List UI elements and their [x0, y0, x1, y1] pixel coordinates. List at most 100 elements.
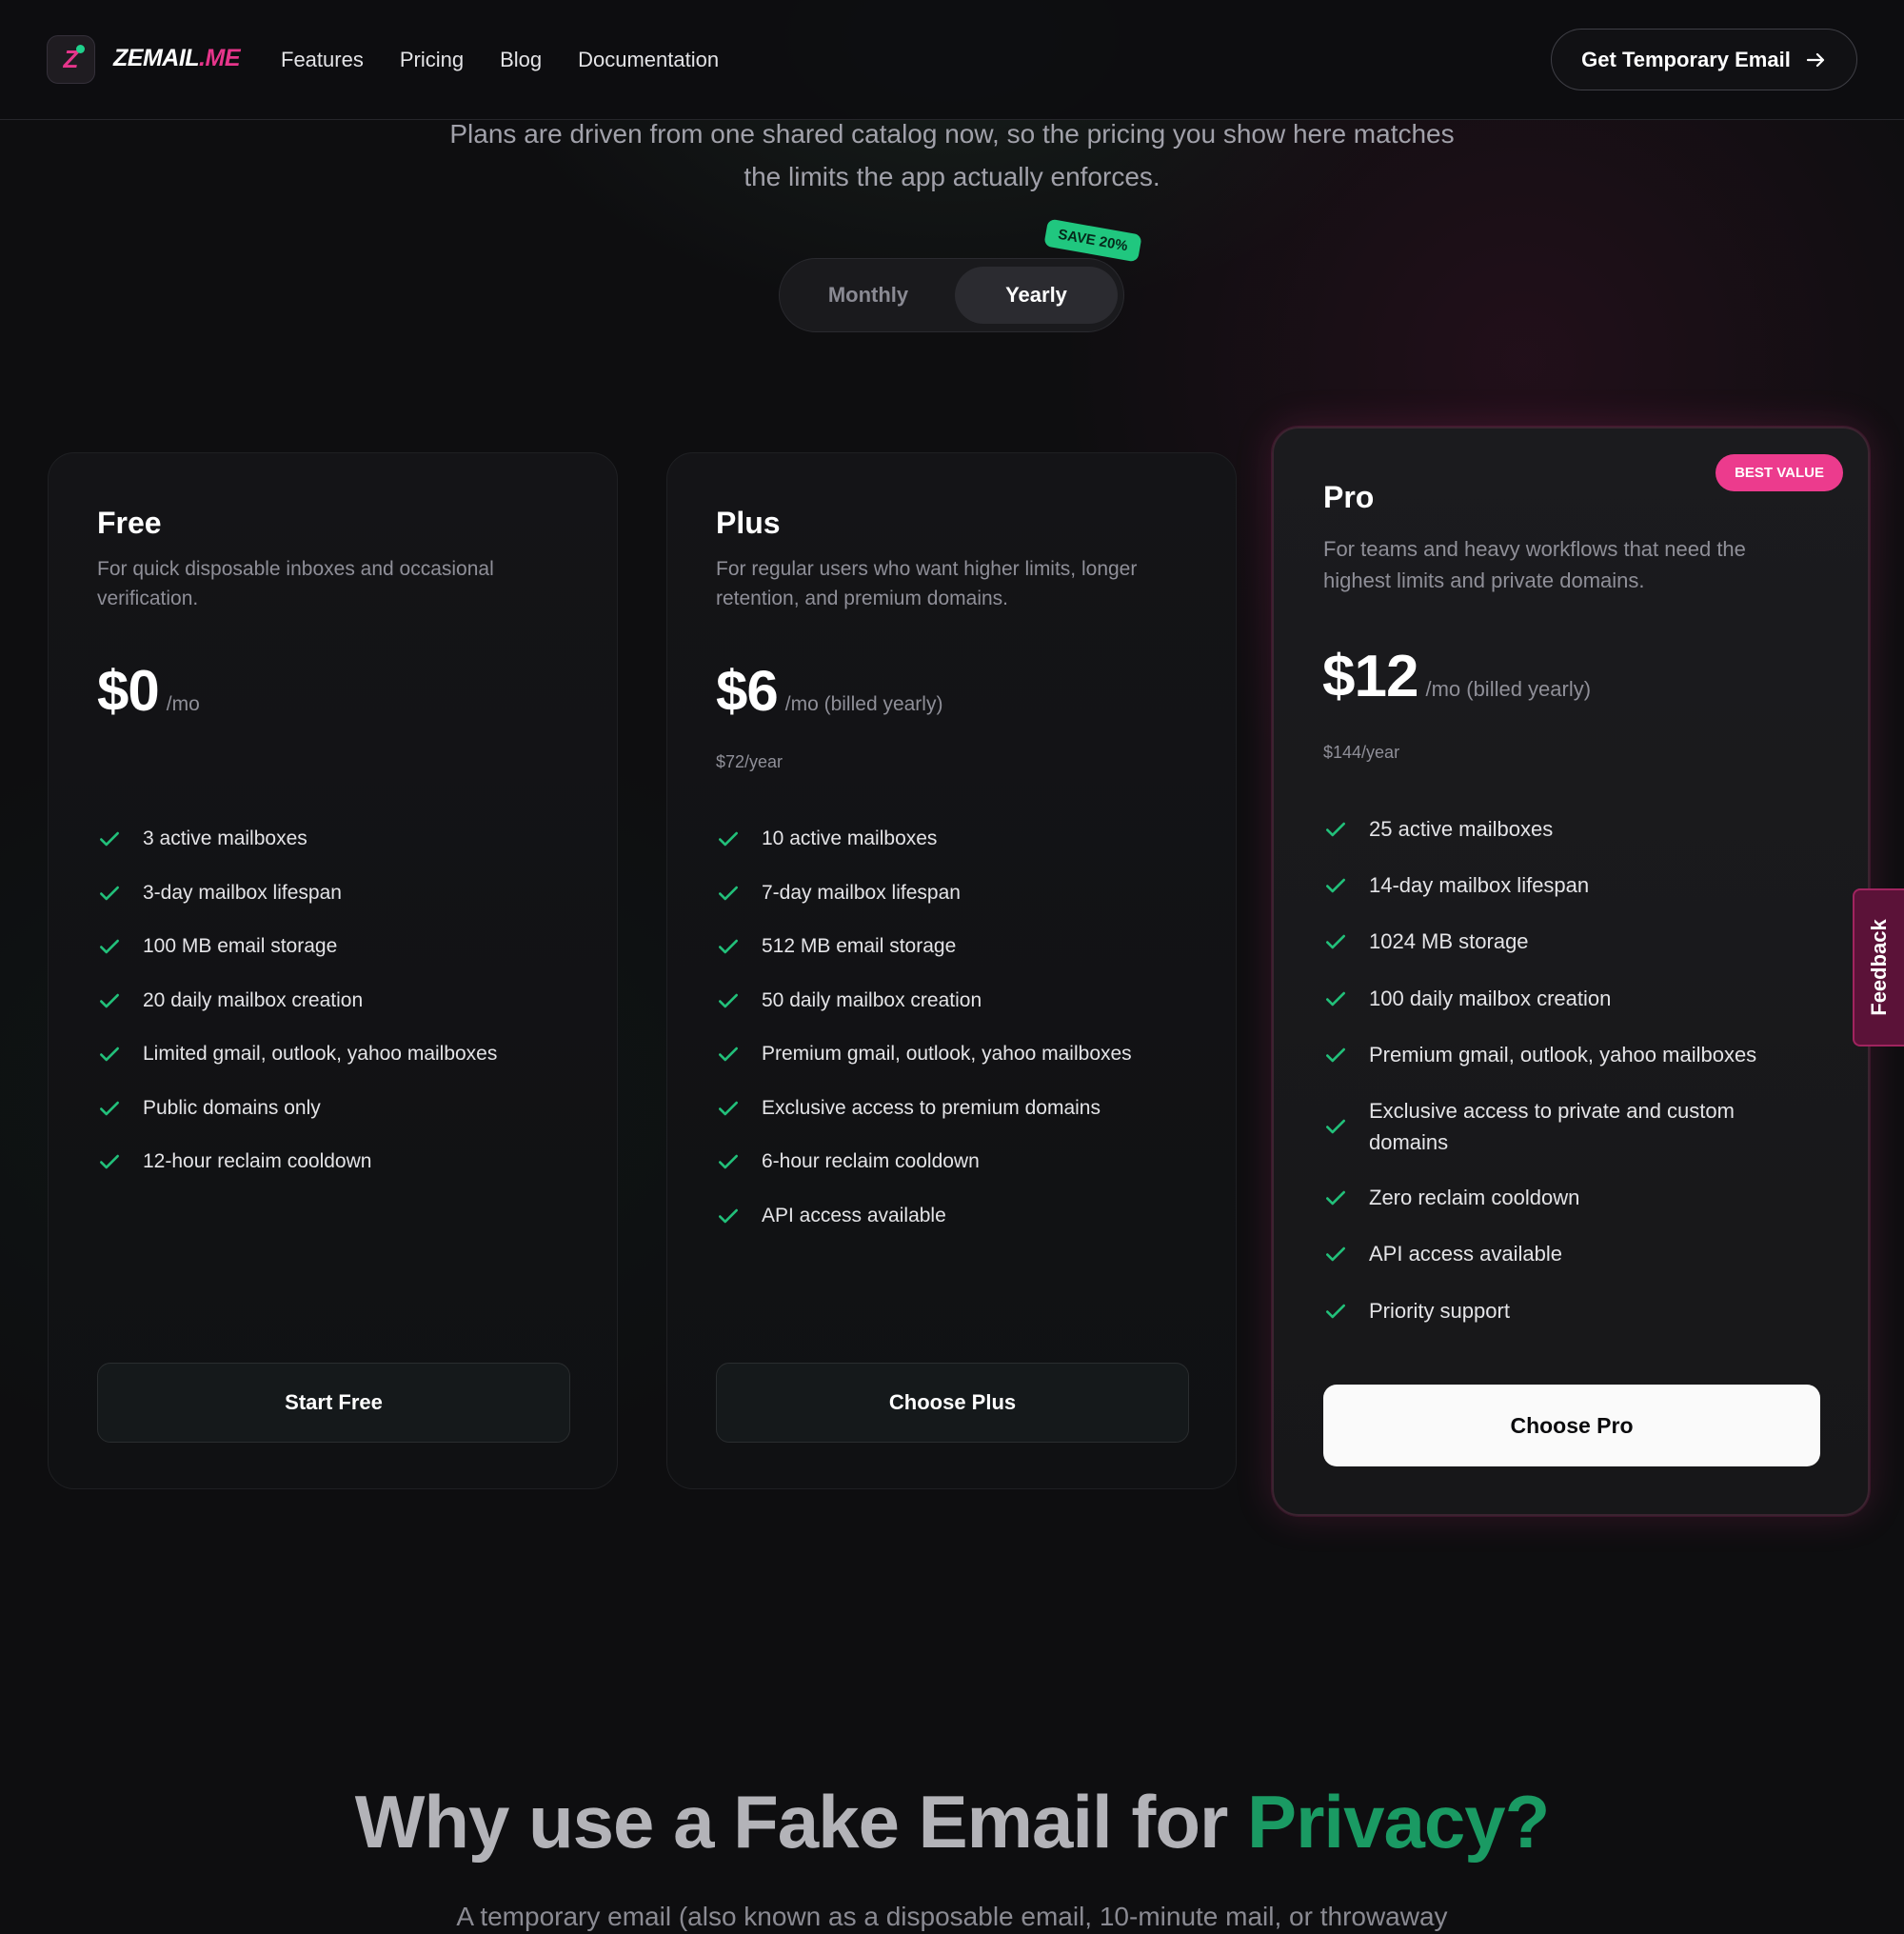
plan-description: For teams and heavy workflows that need … [1323, 537, 1746, 592]
plan-name: Free [97, 506, 162, 540]
check-icon [1326, 1190, 1345, 1206]
plan-card-free: Free For quick disposable inboxes and oc… [48, 452, 618, 1489]
arrow-right-icon [1806, 52, 1824, 67]
brand-name-part2: .ME [199, 45, 240, 71]
feature-list: 10 active mailboxes 7-day mailbox lifespa… [716, 812, 1192, 1243]
feature-item: Priority support [1323, 1283, 1818, 1339]
brand-name[interactable]: ZEMAIL.ME [113, 45, 240, 72]
feature-text: Zero reclaim cooldown [1369, 1186, 1580, 1210]
feature-item: Premium gmail, outlook, yahoo mailboxes [1323, 1027, 1818, 1083]
price-period: /mo (billed yearly) [784, 693, 943, 715]
check-icon [1326, 822, 1345, 836]
plan-name: Pro [1323, 480, 1375, 514]
billing-yearly-option[interactable]: Yearly [955, 267, 1118, 324]
price-period: /mo (billed yearly) [1425, 677, 1592, 701]
choose-plus-button[interactable]: Choose Plus [716, 1363, 1189, 1443]
billing-toggle: Monthly Yearly [779, 258, 1124, 332]
plan-price: $12 /mo (billed yearly) [1322, 643, 1591, 710]
cta-label: Get Temporary Email [1581, 47, 1791, 71]
feature-text: 6-hour reclaim cooldown [762, 1150, 980, 1173]
check-icon [719, 939, 738, 954]
price-amount: $6 [716, 659, 779, 723]
check-icon [100, 1101, 119, 1116]
nav-link-blog[interactable]: Blog [500, 48, 542, 72]
feature-item: Exclusive access to premium domains [716, 1082, 1192, 1136]
nav-link-documentation[interactable]: Documentation [578, 48, 719, 72]
feature-item: 7-day mailbox lifespan [716, 867, 1192, 921]
feature-item: 100 MB email storage [97, 920, 573, 974]
feature-text: 1024 MB storage [1369, 929, 1529, 954]
price-amount: $0 [97, 659, 160, 723]
yearly-total: $72/year [716, 752, 783, 771]
plan-price: $6 /mo (billed yearly) [716, 658, 942, 724]
top-nav: Z ZEMAIL.ME Features Pricing Blog Docume… [0, 0, 1904, 120]
logo-icon[interactable]: Z [47, 35, 95, 84]
feature-text: 3-day mailbox lifespan [143, 881, 342, 904]
check-icon [1326, 1247, 1345, 1262]
check-icon [1326, 1119, 1345, 1134]
feature-text: 100 daily mailbox creation [1369, 986, 1612, 1010]
feature-text: API access available [762, 1204, 946, 1226]
feature-item: 14-day mailbox lifespan [1323, 857, 1818, 913]
check-icon [1326, 1047, 1345, 1063]
feature-text: Public domains only [143, 1096, 321, 1119]
feature-item: 1024 MB storage [1323, 914, 1818, 970]
nav-link-pricing[interactable]: Pricing [400, 48, 464, 72]
check-icon [100, 1047, 119, 1062]
feature-text: 10 active mailboxes [762, 827, 938, 850]
check-icon [1326, 934, 1345, 949]
feature-item: API access available [1323, 1226, 1818, 1283]
feature-item: 20 daily mailbox creation [97, 974, 573, 1028]
feature-item: Premium gmail, outlook, yahoo mailboxes [716, 1027, 1192, 1082]
plan-card-pro: BEST VALUE Pro For teams and heavy workf… [1272, 427, 1870, 1516]
nav-links: Features Pricing Blog Documentation [281, 48, 719, 72]
feature-item: 3 active mailboxes [97, 812, 573, 867]
start-free-button[interactable]: Start Free [97, 1363, 570, 1443]
feature-item: Public domains only [97, 1082, 573, 1136]
plan-description: For regular users who want higher limits… [716, 558, 1138, 609]
yearly-total: $144/year [1323, 743, 1400, 762]
why-heading-highlight: Privacy? [1247, 1780, 1550, 1864]
feature-text: Limited gmail, outlook, yahoo mailboxes [143, 1043, 498, 1066]
feature-text: 100 MB email storage [143, 935, 338, 958]
feature-text: 7-day mailbox lifespan [762, 881, 961, 904]
feature-item: 512 MB email storage [716, 920, 1192, 974]
feature-item: API access available [716, 1189, 1192, 1244]
check-icon [719, 1208, 738, 1224]
feature-item: 25 active mailboxes [1323, 801, 1818, 857]
billing-monthly-option[interactable]: Monthly [787, 267, 949, 324]
hero-subtitle: Plans are driven from one shared catalog… [449, 119, 1455, 191]
feature-text: 20 daily mailbox creation [143, 988, 364, 1011]
feature-item: Zero reclaim cooldown [1323, 1169, 1818, 1226]
plan-description: For quick disposable inboxes and occasio… [97, 558, 494, 609]
choose-pro-button[interactable]: Choose Pro [1323, 1385, 1820, 1466]
plan-card-plus: Plus For regular users who want higher l… [666, 452, 1237, 1489]
nav-link-features[interactable]: Features [281, 48, 364, 72]
check-icon [719, 1047, 738, 1062]
feature-text: 50 daily mailbox creation [762, 988, 982, 1011]
best-value-badge: BEST VALUE [1716, 454, 1843, 491]
feature-text: Exclusive access to private and custom d… [1369, 1098, 1735, 1154]
check-icon [1326, 991, 1345, 1006]
check-icon [719, 1154, 738, 1169]
feature-item: 6-hour reclaim cooldown [716, 1135, 1192, 1189]
feature-list: 3 active mailboxes 3-day mailbox lifespan… [97, 812, 573, 1189]
feature-text: 14-day mailbox lifespan [1369, 872, 1590, 897]
feature-item: 12-hour reclaim cooldown [97, 1135, 573, 1189]
feedback-tab[interactable]: Feedback [1853, 888, 1904, 1047]
check-icon [1326, 878, 1345, 893]
get-temporary-email-button[interactable]: Get Temporary Email [1551, 29, 1857, 90]
check-icon [100, 1154, 119, 1169]
why-heading: Why use a Fake Email for Privacy? [0, 1779, 1904, 1865]
feature-item: Exclusive access to private and custom d… [1323, 1083, 1818, 1169]
feature-text: API access available [1369, 1242, 1562, 1266]
check-icon [719, 886, 738, 901]
feedback-label: Feedback [1867, 919, 1891, 1016]
check-icon [719, 1101, 738, 1116]
why-heading-main: Why use a Fake Email for [354, 1780, 1248, 1864]
feature-text: 512 MB email storage [762, 935, 957, 958]
check-icon [1326, 1304, 1345, 1318]
feature-text: Premium gmail, outlook, yahoo mailboxes [1369, 1042, 1757, 1067]
check-icon [100, 993, 119, 1008]
feature-text: Exclusive access to premium domains [762, 1096, 1101, 1119]
